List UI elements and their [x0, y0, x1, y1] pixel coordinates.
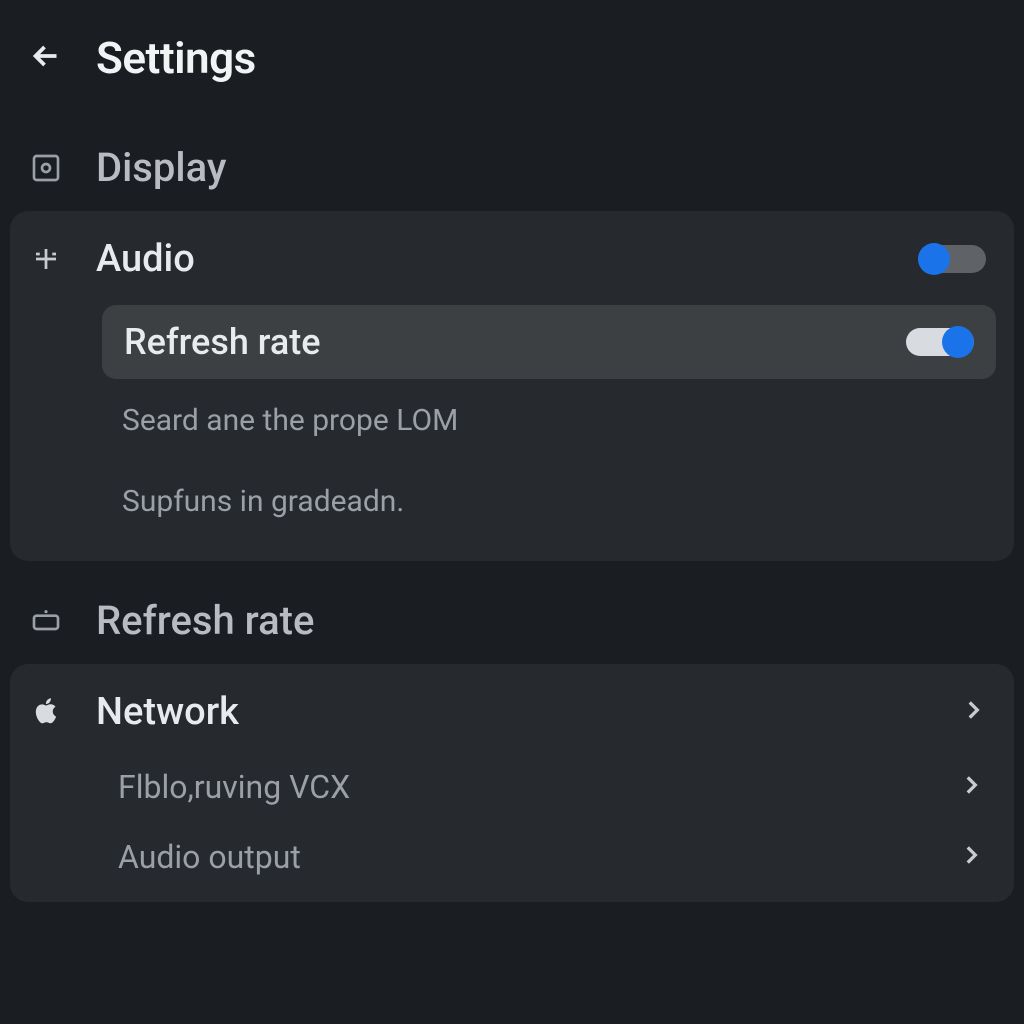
- row-refresh-rate[interactable]: Refresh rate: [102, 305, 996, 379]
- section-header-refresh: Refresh rate: [0, 561, 1024, 664]
- row-flblo[interactable]: Flblo,ruving VCX: [10, 752, 1014, 822]
- plus-icon: [28, 241, 64, 277]
- section-header-display: Display: [0, 108, 1024, 211]
- row-label-audio: Audio: [96, 237, 886, 281]
- back-arrow-icon[interactable]: [28, 38, 64, 78]
- page-title: Settings: [96, 32, 256, 84]
- section-title-display: Display: [96, 144, 226, 191]
- subtext-2: Supfuns in gradeadn.: [10, 446, 1014, 531]
- rectangle-icon: [28, 603, 64, 639]
- row-network[interactable]: Network: [10, 672, 1014, 752]
- toggle-refresh-rate[interactable]: [906, 324, 974, 360]
- row-audio-output[interactable]: Audio output: [10, 822, 1014, 892]
- header: Settings: [0, 0, 1024, 108]
- subrow-label-flblo: Flblo,ruving VCX: [118, 768, 958, 806]
- display-icon: [28, 150, 64, 186]
- section-title-refresh: Refresh rate: [96, 597, 314, 644]
- subrow-label-audio-output: Audio output: [118, 838, 958, 876]
- chevron-right-icon: [958, 772, 984, 802]
- row-label-refresh: Refresh rate: [124, 321, 906, 363]
- subtext-1: Seard ane the prope LOM: [10, 385, 1014, 446]
- chevron-right-icon: [960, 697, 986, 727]
- row-audio[interactable]: Audio: [10, 219, 1014, 299]
- toggle-audio[interactable]: [918, 241, 986, 277]
- display-card: Audio Refresh rate Seard ane the prope L…: [10, 211, 1014, 561]
- row-label-network: Network: [96, 690, 928, 734]
- apple-icon: [28, 694, 64, 730]
- chevron-right-icon: [958, 842, 984, 872]
- refresh-card: Network Flblo,ruving VCX Audio output: [10, 664, 1014, 902]
